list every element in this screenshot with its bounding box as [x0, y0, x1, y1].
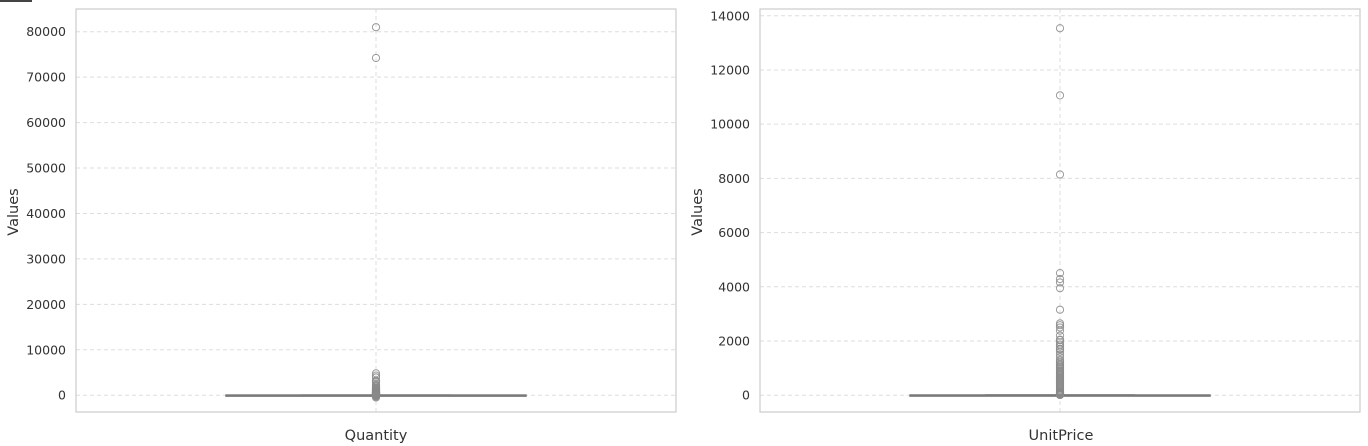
quantity-boxplot-panel: Values Quantity 0 10000 20000 30000 40000 500…: [6, 8, 677, 444]
plot-frame: [759, 8, 1361, 413]
y-tick-label: 0: [58, 388, 66, 403]
y-tick-label: 50000: [26, 161, 66, 176]
grid-lines: [760, 9, 1360, 412]
y-tick-label: 70000: [26, 70, 66, 85]
y-tick-label: 4000: [718, 279, 750, 294]
y-tick-label: 30000: [26, 251, 66, 266]
y-axis-label: Values: [690, 188, 706, 235]
grid-lines: [76, 9, 676, 412]
x-axis-label: Quantity: [345, 428, 408, 444]
y-axis-label: Values: [6, 188, 22, 235]
y-tick-label: 8000: [718, 171, 750, 186]
y-tick-label: 2000: [718, 333, 750, 348]
y-tick-label: 60000: [26, 115, 66, 130]
y-tick-label: 14000: [710, 8, 750, 23]
y-tick-label: 6000: [718, 225, 750, 240]
y-tick-label: 20000: [26, 297, 66, 312]
x-axis-label: UnitPrice: [1029, 428, 1094, 444]
boxplot-figure: Values Quantity 010000200003000040000500…: [6, 8, 1361, 444]
plot-frame: [75, 8, 677, 413]
y-tick-label: 40000: [26, 206, 66, 221]
y-tick-label: 10000: [710, 117, 750, 132]
y-tick-label: 0: [742, 388, 750, 403]
y-tick-label: 80000: [26, 24, 66, 39]
y-tick-label: 12000: [710, 62, 750, 77]
unitprice-boxplot-panel: Values UnitPrice 0 2000 4000 6000 8000 10000 1…: [690, 8, 1361, 444]
y-tick-label: 10000: [26, 342, 66, 357]
